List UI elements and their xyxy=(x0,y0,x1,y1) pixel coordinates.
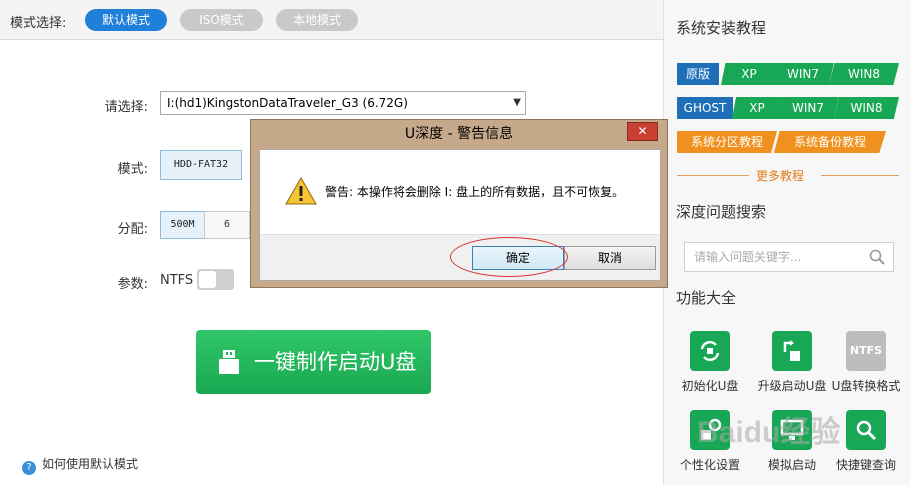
partition-label: 分配: xyxy=(117,222,148,237)
partition-option-6[interactable]: 6 xyxy=(204,211,250,239)
functions-title: 功能大全 xyxy=(676,289,737,307)
partition-option-500m[interactable]: 500M xyxy=(160,211,205,239)
tutorial-backup[interactable]: 系统备份教程 xyxy=(774,131,886,153)
tutorial-title: 系统安装教程 xyxy=(676,19,767,37)
param-label: 参数: xyxy=(117,277,148,292)
shortcut-search-icon xyxy=(846,410,886,450)
search-placeholder: 请输入问题关键字... xyxy=(694,250,802,264)
ntfs-label: NTFS xyxy=(160,273,194,288)
close-button[interactable]: ✕ xyxy=(627,122,658,141)
tutorial-original-win7[interactable]: WIN7 xyxy=(772,63,834,85)
highlight-circle xyxy=(450,237,568,277)
warning-dialog: U深度 - 警告信息 ✕ 警告: 本操作将会删除 I: 盘上的所有数据，且不可恢… xyxy=(250,119,668,288)
ntfs-toggle[interactable] xyxy=(197,269,234,290)
function-init-usb[interactable]: 初始化U盘 xyxy=(670,331,750,394)
divider xyxy=(677,175,749,176)
device-select-value: I:(hd1)KingstonDataTraveler_G3 (6.72G) xyxy=(167,96,408,110)
function-label: 快捷键查询 xyxy=(835,458,896,472)
function-label: 升级启动U盘 xyxy=(757,379,827,393)
tutorial-ghost-win7[interactable]: WIN7 xyxy=(777,97,839,119)
device-select[interactable]: I:(hd1)KingstonDataTraveler_G3 (6.72G) ▼ xyxy=(160,91,526,115)
function-label: 个性化设置 xyxy=(679,458,740,472)
watermark-logo: Baidu经验 xyxy=(697,416,841,449)
cancel-button[interactable]: 取消 xyxy=(564,246,656,270)
search-input[interactable]: 请输入问题关键字... xyxy=(684,242,894,272)
tutorial-ghost-win8[interactable]: WIN8 xyxy=(834,97,899,119)
function-label: 初始化U盘 xyxy=(681,379,739,393)
search-icon[interactable] xyxy=(869,249,885,265)
mode-label: 模式: xyxy=(117,162,148,177)
tutorial-original[interactable]: 原版 xyxy=(677,63,719,85)
mode-iso-button[interactable]: ISO模式 xyxy=(180,9,263,31)
mode-local-button[interactable]: 本地模式 xyxy=(276,9,358,31)
mode-value-box[interactable]: HDD-FAT32 xyxy=(160,150,242,180)
make-boot-usb-button[interactable]: 一键制作启动U盘 xyxy=(196,330,431,394)
function-label: 模拟启动 xyxy=(767,458,816,472)
function-upgrade-usb[interactable]: 升级启动U盘 xyxy=(752,331,832,394)
function-convert-format[interactable]: NTFS U盘转换格式 xyxy=(826,331,906,394)
search-title: 深度问题搜索 xyxy=(676,203,767,221)
divider xyxy=(821,175,899,176)
help-link[interactable]: ? 如何使用默认模式 xyxy=(22,455,138,475)
tutorial-original-win8[interactable]: WIN8 xyxy=(829,63,899,85)
chevron-down-icon: ▼ xyxy=(513,97,521,108)
device-select-label: 请选择: xyxy=(104,100,148,115)
tutorial-partition[interactable]: 系统分区教程 xyxy=(677,131,777,153)
mode-default-button[interactable]: 默认模式 xyxy=(85,9,167,31)
ntfs-icon: NTFS xyxy=(846,331,886,371)
help-link-label: 如何使用默认模式 xyxy=(42,457,139,471)
tutorial-ghost[interactable]: GHOST xyxy=(677,97,733,119)
mode-bar: 模式选择: 默认模式 ISO模式 本地模式 xyxy=(0,0,663,40)
make-boot-usb-label: 一键制作启动U盘 xyxy=(254,350,417,374)
tutorial-ghost-xp[interactable]: XP xyxy=(732,97,782,119)
usb-upgrade-icon xyxy=(772,331,812,371)
dialog-title: U深度 - 警告信息 xyxy=(404,126,514,142)
usb-refresh-icon xyxy=(690,331,730,371)
dialog-message: 警告: 本操作将会删除 I: 盘上的所有数据，且不可恢复。 xyxy=(325,185,625,199)
question-icon: ? xyxy=(22,461,36,475)
mode-select-label: 模式选择: xyxy=(10,16,67,31)
tutorial-original-xp[interactable]: XP xyxy=(721,63,777,85)
usb-icon xyxy=(219,350,239,374)
warning-icon xyxy=(285,177,317,205)
function-label: U盘转换格式 xyxy=(831,379,901,393)
more-tutorials-link[interactable]: 更多教程 xyxy=(756,167,804,184)
